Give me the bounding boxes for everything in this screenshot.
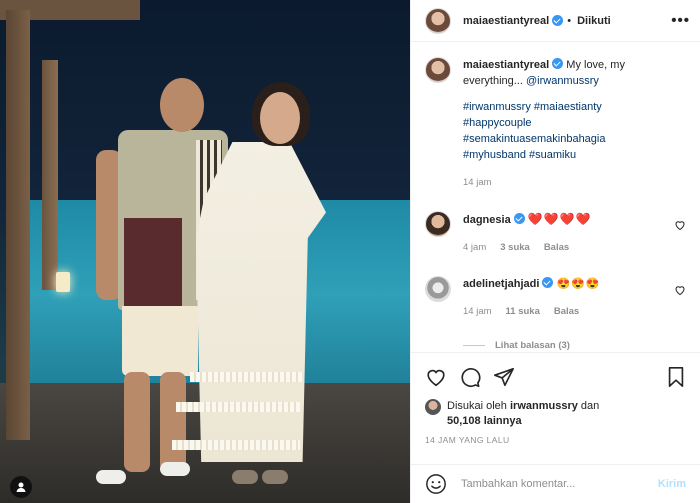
caption-time: 14 jam	[463, 177, 492, 188]
comments-list[interactable]: maiaestiantyreal My love, my everything.…	[411, 43, 700, 351]
comment-text: 😍😍😍	[556, 278, 601, 290]
comment-body: adelinetjahjadi 😍😍😍 14 jam 11 suka Balas	[463, 276, 686, 320]
dress-ruffle	[176, 402, 300, 412]
comment-time: 4 jam	[463, 242, 487, 253]
hashtag-line[interactable]: #irwanmussry #maiaestianty	[463, 99, 686, 115]
verified-icon	[513, 213, 525, 224]
post-actions: Disukai oleh irwanmussry dan 50,108 lain…	[411, 352, 700, 445]
comment-meta: 4 jam 3 suka Balas	[463, 240, 686, 256]
post-timestamp[interactable]: 14 JAM YANG LALU	[425, 435, 686, 445]
verified-icon	[542, 277, 554, 288]
avatar[interactable]	[425, 7, 451, 34]
hashtag-line[interactable]: #myhusband #suamiku	[463, 147, 686, 163]
comment-text: ❤️❤️❤️❤️	[527, 212, 592, 226]
caption-username[interactable]: maiaestiantyreal	[463, 59, 549, 71]
man-shirt-panel	[124, 218, 182, 314]
post-comment-button[interactable]: Kirim	[658, 478, 686, 490]
comment-input[interactable]: Tambahkan komentar...	[461, 478, 658, 490]
mention-link[interactable]: @irwanmussry	[526, 75, 599, 87]
comment-bubble-icon[interactable]	[459, 366, 481, 388]
likes-text: Disukai oleh irwanmussry dan 50,108 lain…	[447, 399, 599, 429]
comment-username[interactable]: adelinetjahjadi	[463, 278, 539, 290]
emoji-smile-icon[interactable]	[425, 473, 447, 495]
sandal	[96, 470, 126, 484]
wood-pillar	[6, 10, 30, 440]
hashtag-line[interactable]: #semakintuasemakinbahagia	[463, 131, 686, 147]
share-send-icon[interactable]	[493, 366, 515, 388]
like-comment-heart-icon[interactable]	[674, 284, 686, 296]
comment-item: dagnesia ❤️❤️❤️❤️ 4 jam 3 suka Balas	[425, 211, 686, 256]
avatar[interactable]	[425, 276, 451, 302]
likes-summary: Disukai oleh irwanmussry dan 50,108 lain…	[425, 399, 686, 429]
comment-username[interactable]: dagnesia	[463, 214, 511, 226]
author-username[interactable]: maiaestiantyreal	[463, 15, 549, 27]
man-shorts	[122, 306, 198, 376]
comment-likes[interactable]: 3 suka	[500, 240, 530, 256]
woman-face	[260, 92, 300, 144]
more-options-icon[interactable]: •••	[671, 12, 690, 29]
follow-status-button[interactable]: Diikuti	[577, 15, 611, 27]
like-comment-heart-icon[interactable]	[674, 219, 686, 231]
man-leg	[160, 372, 186, 472]
caption: maiaestiantyreal My love, my everything.…	[425, 57, 686, 191]
likes-count[interactable]: 50,108 lainnya	[447, 415, 522, 427]
dress-ruffle	[172, 440, 300, 450]
reply-button[interactable]: Balas	[554, 304, 579, 320]
view-replies-button[interactable]: Lihat balasan (3)	[463, 340, 686, 351]
avatar[interactable]	[425, 57, 451, 83]
bookmark-icon[interactable]	[666, 366, 686, 388]
lamp	[56, 272, 70, 292]
action-icons	[425, 365, 686, 389]
tagged-user-icon[interactable]	[10, 476, 32, 498]
man-head	[160, 78, 204, 132]
separator-dot: •	[567, 14, 572, 27]
replies-divider	[463, 345, 485, 346]
comment-time: 14 jam	[463, 306, 492, 317]
hashtags: #irwanmussry #maiaestianty #happycouple …	[463, 99, 686, 163]
comment-body: dagnesia ❤️❤️❤️❤️ 4 jam 3 suka Balas	[463, 211, 686, 256]
comment-meta: 14 jam 11 suka Balas	[463, 304, 686, 320]
verified-icon	[552, 15, 564, 26]
comment-item: adelinetjahjadi 😍😍😍 14 jam 11 suka Balas	[425, 276, 686, 320]
avatar[interactable]	[425, 399, 441, 415]
likes-and: dan	[580, 400, 600, 412]
comment-likes[interactable]: 11 suka	[506, 304, 540, 320]
reply-button[interactable]: Balas	[544, 240, 569, 256]
like-heart-icon[interactable]	[425, 366, 447, 388]
likes-username[interactable]: irwanmussry	[510, 400, 578, 412]
hashtag-line[interactable]: #happycouple	[463, 115, 686, 131]
caption-body: maiaestiantyreal My love, my everything.…	[463, 57, 686, 191]
likes-prefix: Disukai oleh	[447, 400, 507, 412]
verified-icon	[552, 58, 564, 69]
man-leg	[124, 372, 150, 472]
post-photo[interactable]	[0, 0, 410, 503]
add-comment-bar: Tambahkan komentar... Kirim	[411, 464, 700, 503]
sandal	[160, 462, 190, 476]
post-header: maiaestiantyreal • Diikuti •••	[411, 0, 700, 42]
user-icon	[16, 482, 26, 492]
sandal	[232, 470, 258, 484]
dress-ruffle	[190, 372, 302, 382]
post-sidebar: maiaestiantyreal • Diikuti ••• maiaestia…	[410, 0, 700, 503]
avatar[interactable]	[425, 211, 451, 237]
wood-pillar-back	[42, 60, 58, 290]
view-replies-label: Lihat balasan (3)	[495, 340, 570, 351]
sandal	[262, 470, 288, 484]
